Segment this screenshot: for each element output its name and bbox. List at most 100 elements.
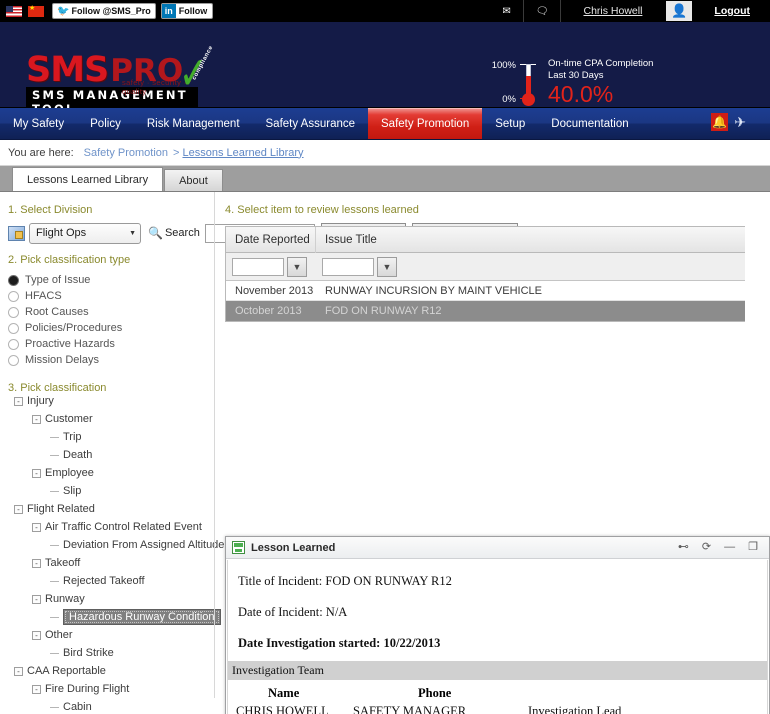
alert-bell-icon[interactable]: 🔔: [711, 113, 729, 131]
team-member-name: CHRIS HOWELL: [236, 704, 329, 714]
tree-node[interactable]: - Air Traffic Control Related Event: [8, 518, 213, 536]
incident-date-line: Date of Incident: N/A: [238, 605, 348, 619]
filter-input-title[interactable]: [322, 257, 374, 276]
airplane-icon[interactable]: ✈: [734, 115, 746, 129]
social-bar: 🐦 Follow @SMS_Pro in Follow ✉ 🗨 Chris Ho…: [0, 0, 770, 22]
nav-item-my-safety[interactable]: My Safety: [0, 108, 77, 139]
column-header-date-reported[interactable]: Date Reported: [226, 226, 316, 253]
refresh-icon[interactable]: ⟳: [702, 542, 711, 553]
radio-root-causes[interactable]: Root Causes: [8, 304, 208, 320]
tree-node[interactable]: - Injury: [8, 392, 213, 410]
chat-icon[interactable]: 🗨: [522, 0, 561, 22]
leaf-connector-icon: [50, 436, 59, 438]
tree-node-label: Death: [63, 449, 93, 461]
classification-type-radios: Type of Issue HFACS Root Causes Policies…: [8, 272, 208, 368]
team-header-row: Name Phone: [228, 680, 767, 703]
expander-icon[interactable]: -: [32, 522, 41, 532]
tree-node[interactable]: - Takeoff: [8, 554, 213, 572]
logout-button[interactable]: Logout: [694, 0, 770, 22]
expander-icon[interactable]: -: [32, 468, 41, 478]
user-name-label: Chris Howell: [583, 5, 643, 17]
tree-node[interactable]: Deviation From Assigned Altitude: [8, 536, 224, 554]
linkedin-follow-button[interactable]: in Follow: [160, 3, 214, 19]
team-col-name: Name: [268, 686, 300, 700]
page-content: 1. Select Division Flight Ops ▼ 🔍 Search…: [0, 192, 770, 714]
leaf-connector-icon: [50, 454, 59, 456]
tree-node[interactable]: - Flight Related: [8, 500, 213, 518]
expander-icon[interactable]: -: [14, 504, 23, 514]
team-col-phone: Phone: [418, 686, 452, 700]
tree-node[interactable]: - Employee: [8, 464, 213, 482]
nav-item-risk-management[interactable]: Risk Management: [134, 108, 253, 139]
nav-item-policy[interactable]: Policy: [77, 108, 134, 139]
dialog-title-buttons: ⊷ ⟳ — ❐: [678, 542, 763, 553]
nav-item-setup[interactable]: Setup: [482, 108, 538, 139]
division-select[interactable]: Flight Ops ▼: [29, 222, 141, 244]
expander-icon[interactable]: -: [32, 684, 41, 694]
expander-icon[interactable]: -: [32, 594, 41, 604]
filter-icon-date[interactable]: ▼: [287, 256, 307, 277]
linkedin-icon: in: [161, 4, 176, 18]
expander-icon[interactable]: -: [32, 414, 41, 424]
tree-node[interactable]: - CAA Reportable: [8, 662, 213, 680]
expander-icon[interactable]: -: [32, 630, 41, 640]
user-name-link[interactable]: Chris Howell: [560, 0, 664, 22]
division-select-value: Flight Ops: [36, 227, 87, 239]
tab-lessons-learned-library[interactable]: Lessons Learned Library: [12, 167, 164, 191]
nav-item-safety-promotion[interactable]: Safety Promotion: [368, 108, 483, 139]
nav-item-safety-assurance[interactable]: Safety Assurance: [253, 108, 369, 139]
radio-type-of-issue[interactable]: Type of Issue: [8, 272, 208, 288]
section-header-investigation-team: Investigation Team: [228, 661, 767, 680]
division-icon: [8, 225, 25, 241]
minimize-icon[interactable]: —: [724, 542, 735, 553]
breadcrumb-current[interactable]: Lessons Learned Library: [182, 147, 303, 159]
radio-hfacs[interactable]: HFACS: [8, 288, 208, 304]
radio-indicator: [8, 338, 19, 350]
radio-mission-delays[interactable]: Mission Delays: [8, 352, 208, 368]
dialog-title-bar[interactable]: Lesson Learned ⊷ ⟳ — ❐: [226, 537, 769, 559]
maximize-icon[interactable]: ❐: [748, 542, 758, 553]
tree-node-label: Hazardous Runway Condition: [63, 609, 221, 625]
tree-node-label: Takeoff: [45, 557, 81, 569]
tree-node[interactable]: Cabin: [8, 698, 213, 714]
china-flag-icon[interactable]: [28, 3, 44, 17]
avatar[interactable]: 👤: [666, 1, 693, 21]
tree-node[interactable]: Trip: [8, 428, 213, 446]
tree-node[interactable]: Rejected Takeoff: [8, 572, 213, 590]
tree-node-selected[interactable]: Hazardous Runway Condition: [8, 608, 221, 626]
breadcrumb-parent[interactable]: Safety Promotion: [84, 147, 168, 159]
tree-node-label: Air Traffic Control Related Event: [45, 521, 202, 533]
header-bar: SMS PRO ™ safety · security · quality ✓ …: [0, 22, 770, 118]
tree-node[interactable]: - Customer: [8, 410, 213, 428]
radio-policies-procedures[interactable]: Policies/Procedures: [8, 320, 208, 336]
tree-node-label: Other: [45, 629, 73, 641]
tree-node[interactable]: Bird Strike: [8, 644, 213, 662]
radio-proactive-hazards[interactable]: Proactive Hazards: [8, 336, 208, 352]
column-header-issue-title[interactable]: Issue Title: [316, 227, 745, 253]
tree-node-label: Bird Strike: [63, 647, 114, 659]
tree-node[interactable]: - Runway: [8, 590, 213, 608]
twitter-follow-button[interactable]: 🐦 Follow @SMS_Pro: [52, 3, 156, 19]
radio-indicator: [8, 322, 19, 334]
us-flag-icon[interactable]: [6, 5, 22, 17]
nav-icon-group: 🔔 ✈: [711, 113, 746, 131]
expander-icon[interactable]: -: [14, 396, 23, 406]
incident-title-line: Title of Incident: FOD ON RUNWAY R12: [238, 574, 452, 588]
pin-icon[interactable]: ⊷: [678, 542, 689, 553]
tree-node-label: Rejected Takeoff: [63, 575, 145, 587]
expander-icon[interactable]: -: [32, 558, 41, 568]
nav-item-documentation[interactable]: Documentation: [538, 108, 641, 139]
tree-node[interactable]: - Fire During Flight: [8, 680, 213, 698]
expander-icon[interactable]: -: [14, 666, 23, 676]
table-row-selected[interactable]: October 2013 FOD ON RUNWAY R12: [226, 301, 745, 321]
filter-input-date[interactable]: [232, 257, 284, 276]
lessons-grid-area: 4. Select item to review lessons learned…: [225, 204, 770, 322]
tree-node[interactable]: - Other: [8, 626, 213, 644]
filter-icon-title[interactable]: ▼: [377, 256, 397, 277]
table-row[interactable]: November 2013 RUNWAY INCURSION BY MAINT …: [226, 281, 745, 301]
tree-node[interactable]: Slip: [8, 482, 213, 500]
mail-icon[interactable]: ✉: [490, 0, 522, 22]
gauge-min-label: 0%: [502, 94, 516, 105]
tab-about[interactable]: About: [164, 169, 223, 191]
tree-node[interactable]: Death: [8, 446, 213, 464]
